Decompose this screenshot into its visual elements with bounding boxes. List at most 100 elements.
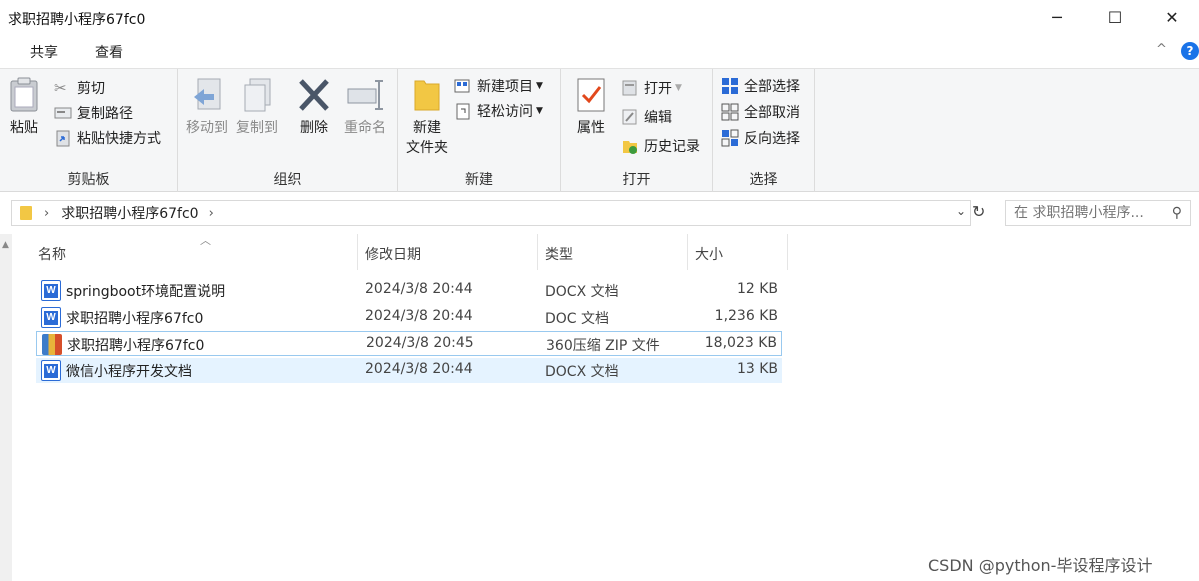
paste-label: 粘贴: [10, 120, 38, 136]
new-folder-button[interactable]: 新建 文件夹: [404, 77, 450, 157]
open-icon: [621, 79, 639, 97]
open-group: 属性 打开 ▼ 编辑 历史记录 打开: [561, 69, 713, 193]
search-icon[interactable]: ⚲: [1172, 205, 1182, 221]
scissors-icon: ✂: [54, 79, 67, 97]
column-size[interactable]: 大小: [688, 234, 788, 270]
select-group: 全部选择 全部取消 反向选择 选择: [713, 69, 815, 193]
organize-group-label: 组织: [273, 172, 302, 188]
column-type[interactable]: 类型: [538, 234, 688, 270]
collapse-ribbon-icon[interactable]: ^: [1156, 42, 1167, 57]
vertical-scrollbar[interactable]: ▲: [0, 234, 12, 581]
column-date[interactable]: 修改日期: [358, 234, 538, 270]
table-row[interactable]: 微信小程序开发文档 2024/3/8 20:44 DOCX 文档 13 KB: [36, 358, 782, 383]
close-button[interactable]: ✕: [1143, 0, 1199, 34]
history-label: 历史记录: [644, 139, 700, 155]
file-date: 2024/3/8 20:44: [365, 281, 473, 297]
refresh-icon[interactable]: ↻: [972, 202, 985, 221]
open-label: 打开: [644, 81, 672, 97]
maximize-button[interactable]: ☐: [1086, 0, 1144, 34]
chevron-right-icon[interactable]: ›: [44, 206, 49, 221]
minimize-button[interactable]: ─: [1028, 0, 1086, 34]
chevron-down-icon: ▼: [536, 81, 543, 91]
properties-button[interactable]: 属性: [571, 77, 611, 137]
scroll-up-icon[interactable]: ▲: [2, 240, 9, 250]
edit-label: 编辑: [644, 110, 672, 126]
file-size: 1,236 KB: [714, 308, 778, 324]
ribbon-tabs: 共享 查看 ^: [0, 36, 1199, 68]
search-box[interactable]: ⚲: [1005, 200, 1191, 226]
cut-button[interactable]: ✂ 剪切: [54, 77, 105, 99]
clipboard-group: 粘贴 ✂ 剪切 复制路径 粘贴快捷方式 剪贴板: [0, 69, 178, 193]
copy-to-label: 复制到: [236, 120, 278, 136]
paste-shortcut-icon: [54, 129, 72, 147]
easy-access-button[interactable]: 轻松访问 ▼: [454, 100, 543, 122]
word-doc-icon: [41, 360, 61, 381]
column-header: 名称 ︿ 修改日期 类型 大小: [12, 234, 792, 270]
rename-button[interactable]: 重命名: [340, 77, 390, 137]
move-to-label: 移动到: [186, 120, 228, 136]
column-name-label: 名称: [38, 247, 66, 263]
invert-selection-button[interactable]: 反向选择: [721, 127, 800, 149]
edit-button[interactable]: 编辑: [621, 106, 672, 128]
copy-path-icon: [54, 104, 72, 122]
address-row: › 求职招聘小程序67fc0 › ⌄ ↻ ⚲: [0, 192, 1199, 234]
word-doc-icon: [41, 307, 61, 328]
table-row[interactable]: 求职招聘小程序67fc0 2024/3/8 20:45 360压缩 ZIP 文件…: [36, 331, 782, 356]
breadcrumb-current[interactable]: 求职招聘小程序67fc0: [61, 203, 198, 223]
file-type: 360压缩 ZIP 文件: [546, 338, 660, 354]
file-type: DOC 文档: [545, 311, 610, 327]
address-dropdown-icon[interactable]: ⌄: [956, 204, 966, 218]
clipboard-icon: [10, 77, 38, 112]
paste-button[interactable]: 粘贴: [6, 77, 42, 137]
select-all-button[interactable]: 全部选择: [721, 75, 800, 97]
file-size: 12 KB: [736, 281, 778, 297]
select-all-icon: [721, 77, 739, 95]
paste-shortcut-button[interactable]: 粘贴快捷方式: [54, 127, 161, 149]
copy-path-button[interactable]: 复制路径: [54, 102, 133, 124]
delete-label: 删除: [300, 120, 328, 136]
file-date: 2024/3/8 20:44: [365, 361, 473, 377]
file-size: 18,023 KB: [704, 335, 777, 351]
search-input[interactable]: [1014, 205, 1164, 221]
column-name[interactable]: 名称 ︿: [12, 234, 358, 270]
sort-ascending-icon: ︿: [200, 234, 211, 247]
chevron-down-icon: ▼: [675, 83, 682, 93]
help-icon[interactable]: ?: [1181, 42, 1199, 60]
properties-check-icon: [577, 78, 605, 112]
watermark: CSDN @python-毕设程序设计: [928, 556, 1153, 575]
copy-path-label: 复制路径: [77, 106, 133, 122]
file-type: DOCX 文档: [545, 364, 619, 380]
new-item-label: 新建项目: [477, 79, 533, 95]
copy-to-button[interactable]: 复制到: [234, 77, 280, 137]
cut-label: 剪切: [77, 81, 105, 97]
rename-label: 重命名: [344, 120, 386, 136]
chevron-right-icon[interactable]: ›: [209, 206, 214, 221]
invert-selection-label: 反向选择: [744, 131, 800, 147]
open-button[interactable]: 打开 ▼: [621, 77, 682, 99]
new-group-label: 新建: [465, 172, 493, 188]
file-name: 求职招聘小程序67fc0: [66, 311, 204, 327]
tab-share[interactable]: 共享: [30, 42, 58, 62]
select-none-button[interactable]: 全部取消: [721, 101, 800, 123]
address-bar[interactable]: › 求职招聘小程序67fc0 › ⌄: [11, 200, 971, 226]
copy-to-icon: [244, 78, 271, 112]
new-folder-icon: [414, 80, 440, 111]
tab-view[interactable]: 查看: [95, 42, 123, 62]
history-button[interactable]: 历史记录: [621, 135, 700, 157]
table-row[interactable]: springboot环境配置说明 2024/3/8 20:44 DOCX 文档 …: [36, 278, 782, 303]
easy-access-label: 轻松访问: [477, 104, 533, 120]
file-size: 13 KB: [736, 361, 778, 377]
zip-archive-icon: [42, 334, 62, 355]
delete-button[interactable]: 删除: [294, 77, 334, 137]
paste-shortcut-label: 粘贴快捷方式: [77, 131, 161, 147]
new-item-button[interactable]: 新建项目 ▼: [454, 75, 543, 97]
move-to-button[interactable]: 移动到: [184, 77, 230, 137]
open-group-label: 打开: [622, 172, 651, 188]
select-group-label: 选择: [749, 172, 778, 188]
rename-icon: [347, 80, 383, 110]
folder-icon: [20, 206, 32, 220]
table-row[interactable]: 求职招聘小程序67fc0 2024/3/8 20:44 DOC 文档 1,236…: [36, 305, 782, 330]
ribbon: 粘贴 ✂ 剪切 复制路径 粘贴快捷方式 剪贴板 移动到 复制到 删除 重命名 组…: [0, 68, 1199, 193]
history-icon: [621, 137, 639, 155]
new-group: 新建 文件夹 新建项目 ▼ 轻松访问 ▼ 新建: [398, 69, 561, 193]
